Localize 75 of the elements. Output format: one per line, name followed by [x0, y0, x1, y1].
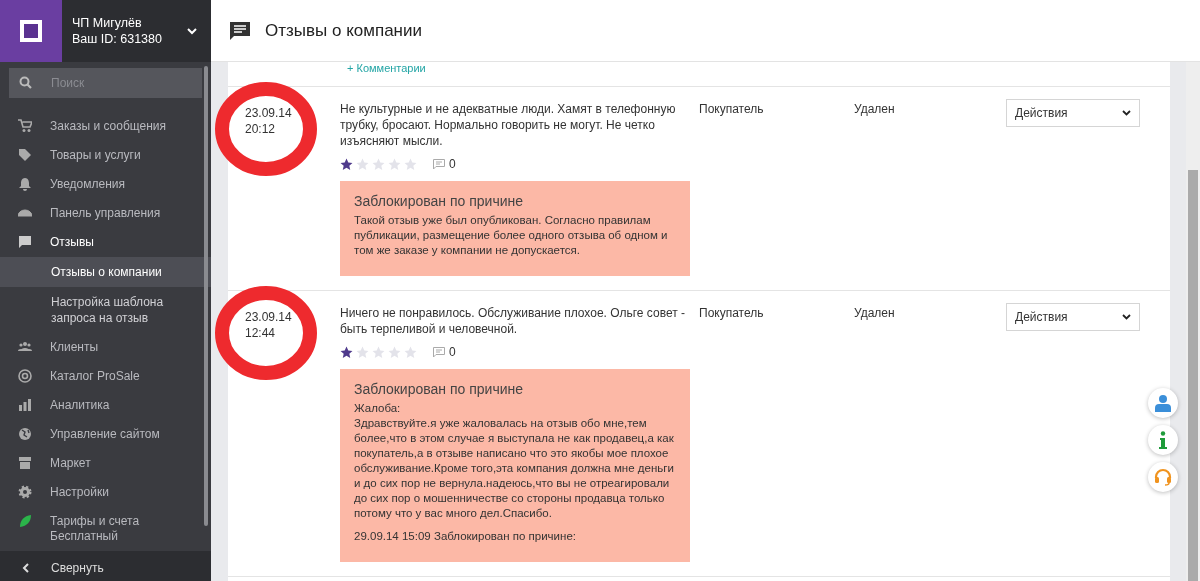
star-icon	[372, 345, 385, 359]
star-icon	[404, 345, 417, 359]
sidebar-item[interactable]: Маркет	[0, 449, 211, 478]
leaf-icon	[18, 514, 32, 528]
star-icon	[340, 345, 353, 359]
logo-icon	[0, 0, 62, 62]
user-icon	[1155, 394, 1171, 412]
gauge-icon	[18, 206, 32, 220]
globe-icon	[18, 427, 32, 441]
chat-icon	[229, 20, 251, 41]
headset-icon	[1154, 468, 1172, 486]
info-button[interactable]	[1148, 425, 1178, 455]
chevron-down-icon[interactable]	[187, 27, 197, 35]
sidebar-item[interactable]: Тарифы и счета Бесплатный	[0, 507, 211, 551]
sidebar-item[interactable]: Настройки	[0, 478, 211, 507]
sidebar-item[interactable]: Уведомления	[0, 170, 211, 199]
chevron-down-icon	[1122, 314, 1131, 320]
block-reason: Жалоба: Здравствуйте.я уже жаловалась на отзыв обо мне,тем более,что в этом случае я выступала не как продавец,а как покупатель,а в отзыве написано что это якобы мое плохое обслуживание.Кроме того,эта компания должна мне деньги и до сих пор не вернула.надеюсь,что вы не отреагировали до сих пор о мошенничестве со стороны продавца только потому что у вас много дел.Спасибо.	[354, 401, 675, 521]
block-title: Заблокирован по причине	[354, 193, 525, 209]
bell-icon	[18, 177, 32, 191]
search-icon	[19, 76, 32, 89]
review-text: Ничего не понравилось. Обслуживание плохое. Ольге совет - быть терпеливой и человечной.	[340, 305, 686, 337]
star-icon	[356, 157, 369, 171]
sidebar-item[interactable]: Панель управления	[0, 199, 211, 228]
account-name: ЧП Мигулёв	[72, 15, 143, 31]
author-type: Покупатель	[698, 101, 765, 118]
sidebar-item[interactable]: Заказы и сообщения	[0, 112, 211, 141]
info-icon	[1159, 431, 1167, 449]
collapse-button[interactable]: Свернуть	[0, 551, 211, 581]
star-icon	[388, 157, 401, 171]
gear-icon	[18, 485, 32, 499]
bars-icon	[18, 398, 32, 412]
store-icon	[18, 456, 32, 470]
actions-dropdown[interactable]: Действия	[1006, 99, 1140, 127]
block-reason: 29.09.14 15:09 Заблокирован по причине:	[354, 529, 577, 544]
comment-count: 0	[449, 345, 456, 359]
sidebar-subitem[interactable]: Отзывы о компании	[0, 257, 211, 287]
sidebar-item[interactable]: Управление сайтом	[0, 420, 211, 449]
page-title: Отзывы о компании	[265, 20, 422, 41]
star-icon	[388, 345, 401, 359]
chat-icon	[18, 235, 32, 249]
comments-link[interactable]: + Комментарии	[347, 62, 426, 74]
review-status: Удален	[854, 305, 896, 322]
actions-dropdown[interactable]: Действия	[1006, 303, 1140, 331]
review-date: 23.09.14 12:44	[244, 309, 293, 341]
scrollbar[interactable]	[1186, 62, 1200, 581]
comment-icon	[433, 346, 445, 358]
star-icon	[356, 345, 369, 359]
sidebar-item[interactable]: Аналитика	[0, 391, 211, 420]
tag-icon	[18, 148, 32, 162]
review-status: Удален	[854, 101, 896, 118]
cart-icon	[18, 119, 32, 133]
chevron-left-icon	[22, 563, 29, 573]
review-text: Не культурные и не адекватные люди. Хамят в телефонную трубку, бросают. Нормально говорить не могут. Не четко изъясняют мысли.	[340, 101, 677, 149]
chevron-down-icon	[1122, 110, 1131, 116]
sidebar-item[interactable]: Товары и услуги	[0, 141, 211, 170]
comment-count: 0	[449, 157, 456, 171]
sidebar-item[interactable]: Каталог ProSale	[0, 362, 211, 391]
scrollbar[interactable]	[204, 66, 208, 526]
star-icon	[404, 157, 417, 171]
people-icon	[18, 340, 32, 354]
comment-icon	[433, 158, 445, 170]
sidebar-item[interactable]: Отзывы	[0, 228, 211, 257]
user-button[interactable]	[1148, 388, 1178, 418]
target-icon	[18, 369, 32, 383]
star-icon	[340, 157, 353, 171]
author-type: Покупатель	[698, 305, 765, 322]
sidebar-subitem[interactable]: Настройка шаблона запроса на отзыв	[0, 287, 211, 333]
review-date: 23.09.14 20:12	[244, 105, 293, 137]
block-reason: Такой отзыв уже был опубликован. Согласно правилам публикации, размещение более одного отзыва об одном и том же заказе у компании не допускается.	[354, 213, 669, 258]
support-button[interactable]	[1148, 462, 1178, 492]
account-id: Ваш ID: 631380	[72, 31, 163, 47]
sidebar-item[interactable]: Клиенты	[0, 333, 211, 362]
block-title: Заблокирован по причине	[354, 381, 525, 397]
star-icon	[372, 157, 385, 171]
